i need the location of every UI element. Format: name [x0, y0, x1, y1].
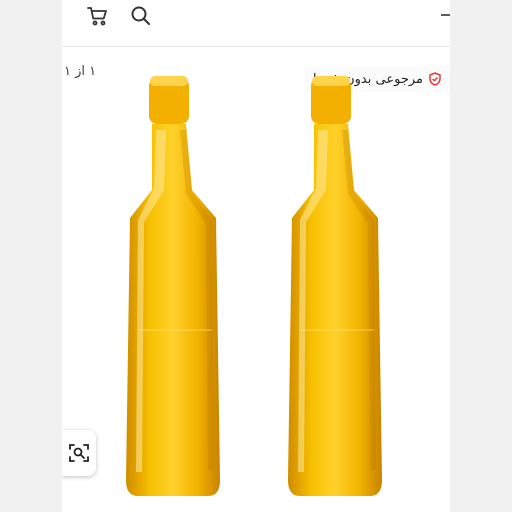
product-bottle-left — [126, 76, 220, 496]
cart-button[interactable] — [84, 2, 112, 30]
product-bottle-right — [288, 76, 382, 496]
search-button[interactable] — [127, 2, 155, 30]
left-margin — [0, 0, 62, 512]
right-margin — [450, 0, 512, 512]
product-image-gallery[interactable] — [62, 70, 450, 512]
search-icon — [131, 6, 150, 25]
visual-search-button[interactable] — [62, 430, 96, 476]
product-page: ۱ از ۱ مرجوعی بدون شرط — [62, 0, 450, 512]
close-icon — [441, 14, 450, 16]
top-bar — [62, 0, 450, 47]
camera-search-icon — [69, 444, 89, 462]
cart-icon — [87, 7, 107, 26]
close-button[interactable] — [440, 10, 450, 20]
